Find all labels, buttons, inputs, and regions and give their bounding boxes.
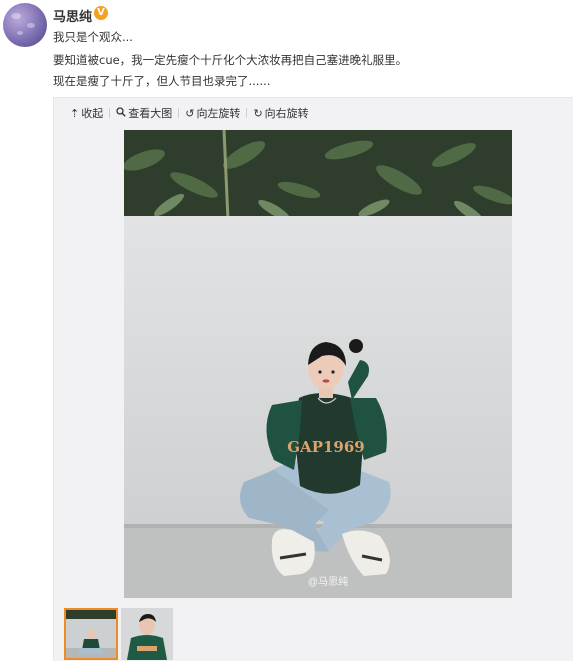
rotate-right-button[interactable]: ↻ 向右旋转 [253,105,308,121]
upload-arrow-icon: ⇡ [70,106,80,120]
post-text-line-1: 我只是个观众... [53,30,133,44]
thumbnail-1[interactable] [64,608,118,660]
rotate-left-label: 向左旋转 [196,107,241,120]
username[interactable]: 马思纯 [53,6,92,25]
view-large-button[interactable]: 查看大图 [116,105,172,121]
toolbar-divider [246,108,248,118]
thumbnail-2[interactable] [121,608,173,660]
sweater-print: GAP1969 [287,438,364,456]
post-text-line-2: 要知道被cue，我一定先瘦个十斤化个大浓妆再把自己塞进晚礼服里。 [53,53,408,67]
toolbar-divider [109,108,111,118]
media-toolbar: ⇡ 收起 查看大图 ↺ 向左旋转 ↻ 向右旋转 [70,105,309,121]
collapse-button[interactable]: ⇡ 收起 [70,105,103,121]
rotate-left-button[interactable]: ↺ 向左旋转 [185,105,240,121]
verified-badge-icon: V [94,6,108,20]
toolbar-divider [178,108,180,118]
post-photo[interactable]: GAP1969 @马思纯 [124,130,512,598]
search-icon [116,106,126,120]
rotate-left-icon: ↺ [185,106,195,120]
rotate-right-icon: ↻ [253,106,263,120]
avatar[interactable] [3,3,47,47]
rotate-right-label: 向右旋转 [264,107,309,120]
photo-watermark: @马思纯 [308,575,348,588]
collapse-label: 收起 [81,107,104,120]
view-large-label: 查看大图 [128,107,173,120]
post-text-line-3: 现在是瘦了十斤了，但人节目也录完了...... [53,74,271,88]
